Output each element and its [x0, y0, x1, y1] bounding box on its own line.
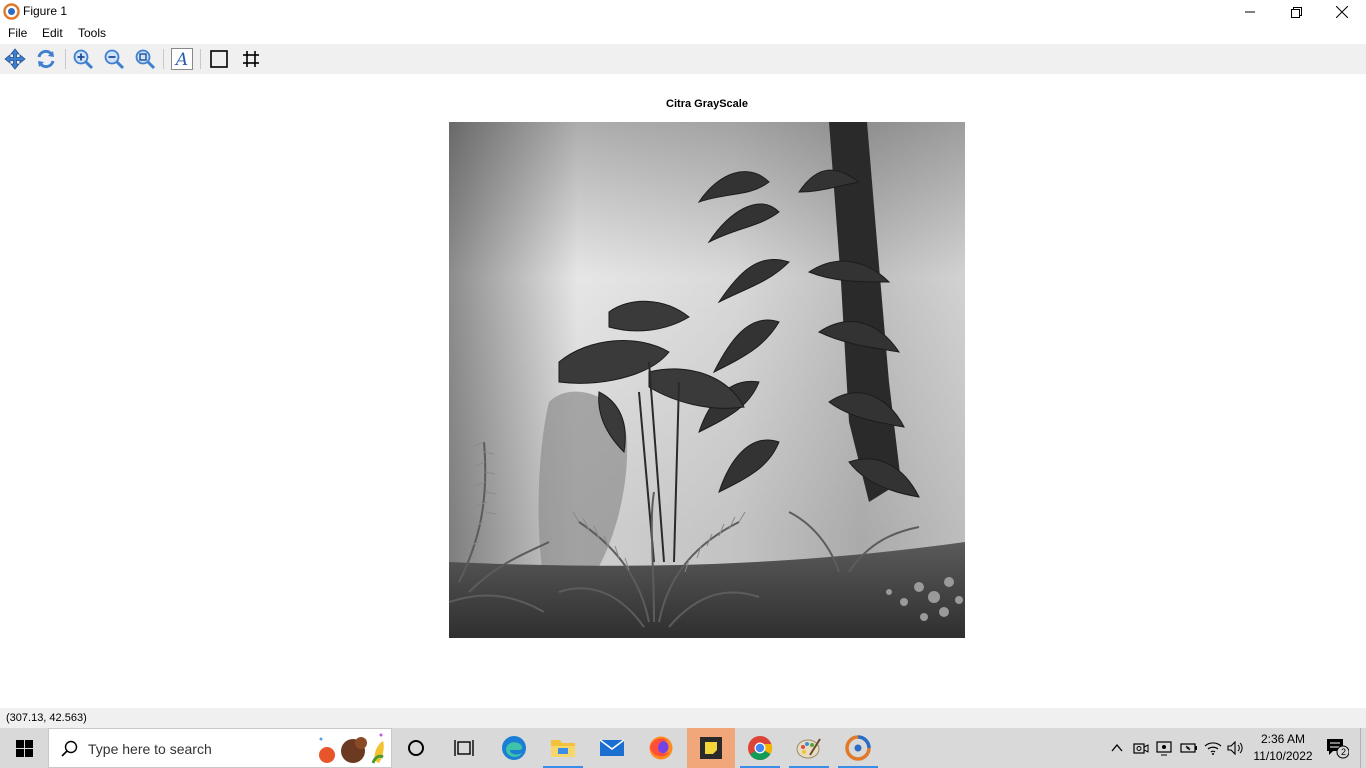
toolbar-separator: [163, 49, 164, 69]
pan-button[interactable]: [2, 47, 28, 71]
restore-icon: [1290, 6, 1302, 18]
volume-icon: [1227, 741, 1243, 755]
menu-file[interactable]: File: [8, 26, 27, 40]
camera-tray-icon: [1133, 743, 1149, 754]
toolbar-separator: [200, 49, 201, 69]
zoom-out-icon: [104, 49, 125, 70]
minimize-button[interactable]: [1227, 0, 1273, 24]
reset-view-button[interactable]: [33, 47, 59, 71]
task-view-icon: [454, 740, 474, 756]
action-center-button[interactable]: 2: [1320, 728, 1354, 768]
search-icon: [61, 740, 78, 757]
figure-toolbar: A: [0, 44, 1366, 74]
firefox-button[interactable]: [637, 728, 685, 768]
pan-icon: [4, 48, 26, 70]
tray-volume-button[interactable]: [1225, 728, 1247, 768]
clock-date: 11/10/2022: [1253, 749, 1313, 763]
paint-button[interactable]: [785, 728, 833, 768]
grayscale-plant-image[interactable]: [449, 122, 965, 638]
window-title: Figure 1: [23, 4, 68, 18]
plot-title: Citra GrayScale: [666, 98, 748, 110]
grid-button[interactable]: [238, 47, 264, 71]
windows-taskbar: Type here to search 2:36 AM 11/10/2022 2: [0, 728, 1366, 768]
toolbar-separator: [65, 49, 66, 69]
show-desktop-button[interactable]: [1360, 728, 1366, 768]
insert-text-button[interactable]: A: [169, 47, 195, 71]
octave-app-icon: [3, 3, 20, 20]
start-button[interactable]: [0, 728, 48, 768]
menu-edit[interactable]: Edit: [42, 26, 63, 40]
tray-wifi-button[interactable]: [1202, 728, 1224, 768]
cursor-coordinates: (307.13, 42.563): [6, 712, 87, 724]
sticky-notes-icon: [700, 737, 722, 759]
zoom-out-button[interactable]: [101, 47, 127, 71]
paint-icon: [796, 738, 821, 759]
zoom-in-icon: [73, 49, 94, 70]
file-explorer-icon: [551, 740, 575, 757]
title-bar: Figure 1: [0, 0, 1366, 24]
cortana-button[interactable]: [392, 728, 440, 768]
tray-battery-button[interactable]: [1178, 728, 1200, 768]
tray-display-button[interactable]: [1154, 728, 1176, 768]
zoom-fit-button[interactable]: [132, 47, 158, 71]
close-button[interactable]: [1319, 0, 1365, 24]
octave-button[interactable]: [834, 728, 882, 768]
firefox-icon: [649, 736, 673, 760]
edge-icon: [502, 736, 526, 760]
taskbar-search-box[interactable]: Type here to search: [48, 728, 392, 768]
axes-box-button[interactable]: [206, 47, 232, 71]
svg-text:A: A: [174, 50, 188, 70]
octave-icon: [845, 735, 871, 761]
minimize-icon: [1245, 11, 1255, 13]
notification-count-badge: 2: [1341, 747, 1347, 757]
mail-button[interactable]: [588, 728, 636, 768]
task-view-button[interactable]: [440, 728, 488, 768]
status-bar: (307.13, 42.563): [0, 708, 1366, 728]
chevron-up-icon: [1111, 744, 1123, 752]
figure-canvas[interactable]: Citra GrayScale: [0, 74, 1366, 708]
taskbar-clock[interactable]: 2:36 AM 11/10/2022: [1246, 731, 1320, 765]
zoom-in-button[interactable]: [70, 47, 96, 71]
clock-time: 2:36 AM: [1260, 732, 1306, 746]
sticky-notes-button[interactable]: [687, 728, 735, 768]
insert-text-icon: A: [171, 48, 193, 70]
windows-logo-icon: [15, 739, 33, 757]
menu-bar: File Edit Tools: [0, 24, 1366, 44]
file-explorer-button[interactable]: [539, 728, 587, 768]
tray-camera-button[interactable]: [1130, 728, 1152, 768]
wifi-icon: [1204, 742, 1222, 755]
mail-icon: [599, 739, 625, 756]
menu-tools[interactable]: Tools: [78, 26, 106, 40]
zoom-fit-icon: [135, 49, 156, 70]
axes-box-icon: [210, 50, 228, 68]
edge-button[interactable]: [490, 728, 538, 768]
show-hidden-icons-button[interactable]: [1106, 728, 1128, 768]
reset-view-icon: [37, 49, 55, 69]
chrome-button[interactable]: [736, 728, 784, 768]
grid-icon: [243, 51, 259, 67]
search-highlight-thanksgiving-icon: [319, 733, 384, 764]
restore-button[interactable]: [1273, 0, 1319, 24]
search-placeholder: Type here to search: [88, 741, 212, 757]
battery-icon: [1180, 743, 1197, 753]
cortana-icon: [408, 740, 424, 756]
close-icon: [1336, 6, 1348, 18]
chrome-icon: [748, 736, 773, 760]
meet-now-icon: [1156, 741, 1172, 756]
